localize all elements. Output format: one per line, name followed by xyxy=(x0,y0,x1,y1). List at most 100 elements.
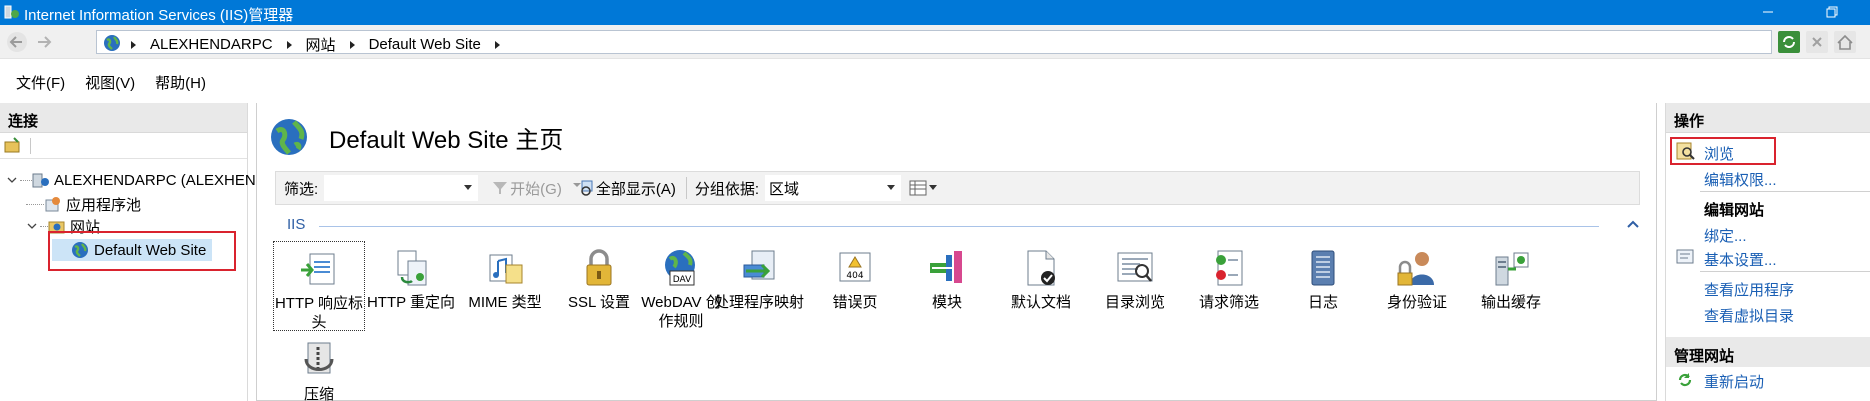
stop-icon[interactable] xyxy=(1806,31,1828,53)
feature-default-document[interactable]: 默认文档 xyxy=(995,241,1087,312)
action-view-applications[interactable]: 查看应用程序 xyxy=(1704,279,1794,300)
feature-authentication[interactable]: 身份验证 xyxy=(1371,241,1463,312)
tree-item-server[interactable]: ALEXHENDARPC (ALEXHEN xyxy=(6,169,256,191)
connections-toolbar xyxy=(0,133,247,159)
tree-label-server: ALEXHENDARPC (ALEXHEN xyxy=(54,171,256,189)
feature-label: HTTP 响应标头 xyxy=(274,295,364,331)
back-button[interactable] xyxy=(4,30,30,54)
breadcrumb-arrow-icon[interactable] xyxy=(349,40,355,49)
breadcrumb: ALEXHENDARPC 网站 Default Web Site xyxy=(131,34,514,55)
http-redirect-icon xyxy=(390,247,432,289)
actions-divider xyxy=(1700,191,1870,192)
feature-label: 日志 xyxy=(1307,294,1338,311)
home-icon[interactable] xyxy=(1834,31,1856,53)
show-all-label: 全部显示(A) xyxy=(595,180,676,198)
collapse-chevron-icon[interactable] xyxy=(26,220,38,232)
feature-error-pages[interactable]: 404 错误页 xyxy=(809,241,901,312)
feature-modules[interactable]: 模块 xyxy=(901,241,993,312)
tree-item-app-pools[interactable]: 应用程序池 xyxy=(26,193,141,215)
feature-label: HTTP 重定向 xyxy=(366,294,456,311)
action-restart[interactable]: 重新启动 xyxy=(1704,371,1764,392)
feature-ssl-settings[interactable]: SSL 设置 xyxy=(553,241,645,312)
view-mode-button[interactable] xyxy=(909,180,938,196)
tree-label-app-pools: 应用程序池 xyxy=(66,196,142,214)
breadcrumb-arrow-icon[interactable] xyxy=(286,40,292,49)
feature-logging[interactable]: 日志 xyxy=(1277,241,1369,312)
basic-settings-icon[interactable] xyxy=(1676,248,1696,269)
feature-request-filtering[interactable]: 请求筛选 xyxy=(1183,241,1275,312)
address-toolbar xyxy=(1778,31,1856,53)
svg-text:404: 404 xyxy=(846,271,863,281)
authentication-icon xyxy=(1396,247,1438,289)
filter-input[interactable] xyxy=(324,175,479,201)
connections-header: 连接 xyxy=(0,103,247,133)
feature-label: 身份验证 xyxy=(1386,294,1447,311)
collapse-chevron-icon[interactable] xyxy=(6,174,18,186)
restart-icon[interactable] xyxy=(1676,371,1694,392)
page-header: Default Web Site 主页 xyxy=(269,117,563,157)
highlight-box-selected-site xyxy=(48,231,236,271)
error-pages-404-icon: 404 xyxy=(834,247,876,289)
feature-output-caching[interactable]: 输出缓存 xyxy=(1465,241,1557,312)
feature-http-response-headers[interactable]: HTTP 响应标头 xyxy=(273,241,365,331)
default-document-icon xyxy=(1020,247,1062,289)
dropdown-arrow-icon[interactable] xyxy=(464,185,473,190)
action-view-virtual-directories[interactable]: 查看虚拟目录 xyxy=(1704,305,1794,326)
iis-group-header[interactable]: IIS xyxy=(287,215,1640,237)
website-globe-icon xyxy=(271,119,307,155)
feature-label: 模块 xyxy=(931,294,962,311)
collapse-group-icon[interactable] xyxy=(1627,219,1639,229)
toolbar-divider xyxy=(30,138,31,154)
restore-button[interactable] xyxy=(1808,0,1854,25)
compression-icon xyxy=(298,339,340,381)
feature-http-redirect[interactable]: HTTP 重定向 xyxy=(365,241,457,312)
breadcrumb-server[interactable]: ALEXHENDARPC xyxy=(150,36,273,53)
filter-divider xyxy=(685,177,687,199)
actions-pane: 操作 浏览 编辑权限... 编辑网站 绑定... 基本设置... 查看应用程序 … xyxy=(1665,103,1870,401)
manage-site-section-header: 管理网站 xyxy=(1674,348,1735,365)
logging-icon xyxy=(1302,247,1344,289)
breadcrumb-arrow-icon[interactable] xyxy=(494,40,500,49)
feature-label: 处理程序映射 xyxy=(713,294,804,311)
feature-label: MIME 类型 xyxy=(468,294,542,311)
server-icon xyxy=(32,173,49,188)
minimize-button[interactable] xyxy=(1745,0,1791,25)
action-bindings[interactable]: 绑定... xyxy=(1704,225,1747,246)
menu-bar: 文件(F) 视图(V) 帮助(H) xyxy=(0,72,210,98)
menu-view[interactable]: 视图(V) xyxy=(85,72,135,98)
breadcrumb-sites[interactable]: 网站 xyxy=(306,34,336,55)
http-response-headers-icon xyxy=(298,248,340,290)
connect-icon[interactable] xyxy=(4,137,22,158)
actions-header: 操作 xyxy=(1666,103,1870,133)
breadcrumb-arrow-icon[interactable] xyxy=(131,40,136,49)
feature-directory-browsing[interactable]: 目录浏览 xyxy=(1089,241,1181,312)
group-by-value: 区域 xyxy=(769,181,800,198)
refresh-icon[interactable] xyxy=(1778,31,1800,53)
feature-label: 目录浏览 xyxy=(1104,294,1165,311)
menu-help[interactable]: 帮助(H) xyxy=(155,72,206,98)
go-button[interactable]: 开始(G) xyxy=(492,178,562,199)
forward-button[interactable] xyxy=(32,30,58,54)
connections-pane: 连接 ALEXHENDARPC (ALEXHEN 应用程序池 网站 Defaul… xyxy=(0,103,256,401)
feature-handler-mappings[interactable]: 处理程序映射 xyxy=(713,241,805,312)
menu-file[interactable]: 文件(F) xyxy=(16,72,65,98)
feature-label: 请求筛选 xyxy=(1198,294,1259,311)
feature-compression[interactable]: 压缩 xyxy=(273,333,365,401)
address-path-box[interactable]: ALEXHENDARPC 网站 Default Web Site xyxy=(96,30,1772,54)
show-all-button[interactable]: 全部显示(A) xyxy=(572,178,676,199)
group-by-select[interactable]: 区域 xyxy=(765,175,902,201)
handler-mappings-icon xyxy=(738,247,780,289)
feature-label: WebDAV 创作规则 xyxy=(641,294,721,330)
dropdown-arrow-icon[interactable] xyxy=(887,185,896,190)
actions-divider xyxy=(1700,271,1870,272)
breadcrumb-default-site[interactable]: Default Web Site xyxy=(369,36,481,53)
address-bar: ALEXHENDARPC 网站 Default Web Site xyxy=(0,25,1870,59)
feature-mime-types[interactable]: MIME 类型 xyxy=(459,241,551,312)
feature-view: Default Web Site 主页 筛选: 开始(G) 全部显示(A) 分组… xyxy=(256,103,1657,401)
group-by-label: 分组依据: xyxy=(694,180,760,198)
group-title: IIS xyxy=(287,216,306,233)
directory-browsing-icon xyxy=(1114,247,1156,289)
action-edit-permissions[interactable]: 编辑权限... xyxy=(1704,169,1777,190)
action-basic-settings[interactable]: 基本设置... xyxy=(1704,249,1777,270)
go-button-label: 开始(G) xyxy=(510,180,562,198)
